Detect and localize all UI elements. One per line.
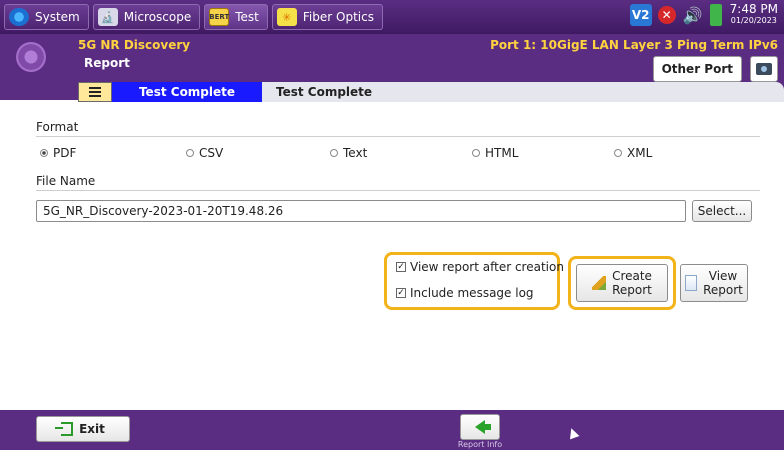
- fiber-icon: ✳: [276, 8, 297, 26]
- radio-icon: [472, 149, 480, 157]
- arrow-left-icon: [475, 420, 491, 434]
- port-info: Port 1: 10GigE LAN Layer 3 Ping Term IPv…: [490, 38, 778, 52]
- create-report-button[interactable]: Create Report: [576, 264, 668, 302]
- network-disconnected-icon[interactable]: ✕: [657, 6, 676, 24]
- clock: 7:48 PM 01/20/2023: [730, 3, 778, 27]
- task-tab-label: Microscope: [123, 10, 192, 24]
- checkbox-checked-icon: ✓: [396, 287, 406, 298]
- report-info-label: Report Info: [457, 440, 503, 449]
- select-file-button[interactable]: Select...: [692, 200, 752, 222]
- battery-icon: [709, 4, 722, 26]
- pencil-icon: [592, 276, 607, 290]
- screenshot-button[interactable]: [750, 56, 778, 82]
- document-icon: [685, 275, 698, 291]
- task-tab-microscope[interactable]: 🔬 Microscope: [92, 4, 201, 30]
- taskbar: System 🔬 Microscope BERT Test ✳ Fiber Op…: [0, 0, 784, 34]
- tab-test-complete[interactable]: Test Complete: [112, 82, 262, 102]
- radio-label: CSV: [199, 146, 224, 160]
- report-panel: Format PDF CSV Text HTML XML File Name 5…: [0, 102, 784, 410]
- checkbox-label: Include message log: [410, 286, 534, 300]
- radio-icon: [186, 149, 194, 157]
- task-tab-label: Fiber Optics: [302, 10, 374, 24]
- file-name-label: File Name: [36, 174, 96, 188]
- clock-date: 01/20/2023: [730, 16, 777, 25]
- radio-icon: [330, 149, 338, 157]
- view-report-label: View Report: [703, 269, 743, 297]
- system-tray: V2 ✕ 🔊 7:48 PM 01/20/2023: [624, 3, 778, 27]
- radio-icon: [614, 149, 622, 157]
- view-report-line1: View: [708, 269, 738, 283]
- format-label: Format: [36, 120, 79, 134]
- radio-label: HTML: [485, 146, 519, 160]
- app-name: 5G NR Discovery: [78, 38, 191, 52]
- other-port-button[interactable]: Other Port: [652, 56, 742, 82]
- radio-label: Text: [343, 146, 368, 160]
- radio-selected-icon: [40, 149, 48, 157]
- radio-label: PDF: [53, 146, 77, 160]
- format-radio-csv[interactable]: CSV: [186, 146, 223, 160]
- bert-icon: BERT: [209, 8, 230, 26]
- divider: [36, 136, 760, 137]
- view-report-checkbox[interactable]: ✓ View report after creation: [396, 260, 564, 274]
- tab-strip: Test Complete Test Complete: [78, 82, 784, 102]
- globe-icon: [9, 8, 29, 26]
- task-tab-fiber-optics[interactable]: ✳ Fiber Optics: [271, 4, 383, 30]
- exit-icon: [55, 422, 74, 436]
- format-radio-pdf[interactable]: PDF: [40, 146, 76, 160]
- view-report-button[interactable]: View Report: [680, 264, 748, 302]
- task-tab-test[interactable]: BERT Test: [204, 4, 268, 30]
- create-report-line2: Report: [612, 283, 652, 297]
- microscope-icon: 🔬: [97, 8, 118, 26]
- format-radio-xml[interactable]: XML: [614, 146, 652, 160]
- checkbox-label: View report after creation: [410, 260, 564, 274]
- report-info-button[interactable]: [460, 414, 500, 440]
- page-title: Report: [84, 56, 130, 70]
- divider: [36, 190, 760, 191]
- clock-time: 7:48 PM: [729, 2, 778, 16]
- task-tab-label: Test: [235, 10, 259, 24]
- v2-icon[interactable]: V2: [629, 4, 652, 26]
- create-report-label: Create Report: [612, 269, 652, 297]
- radio-label: XML: [627, 146, 653, 160]
- app-logo-icon: [16, 42, 46, 72]
- file-name-input[interactable]: 5G_NR_Discovery-2023-01-20T19.48.26: [36, 200, 686, 222]
- task-tab-system[interactable]: System: [4, 4, 89, 30]
- bottom-bar: Exit Report Info: [0, 410, 784, 450]
- create-report-line1: Create: [612, 269, 652, 283]
- speaker-icon[interactable]: 🔊: [682, 4, 704, 26]
- include-log-checkbox[interactable]: ✓ Include message log: [396, 286, 534, 300]
- task-tab-label: System: [35, 10, 80, 24]
- test-status: Test Complete: [262, 82, 784, 102]
- format-radio-text[interactable]: Text: [330, 146, 367, 160]
- menu-button[interactable]: [78, 82, 112, 102]
- exit-button[interactable]: Exit: [36, 416, 130, 442]
- menu-icon: [89, 87, 101, 97]
- exit-label: Exit: [79, 422, 105, 436]
- camera-icon: [756, 63, 772, 75]
- view-report-line2: Report: [703, 283, 743, 297]
- format-radio-html[interactable]: HTML: [472, 146, 518, 160]
- checkbox-checked-icon: ✓: [396, 261, 406, 272]
